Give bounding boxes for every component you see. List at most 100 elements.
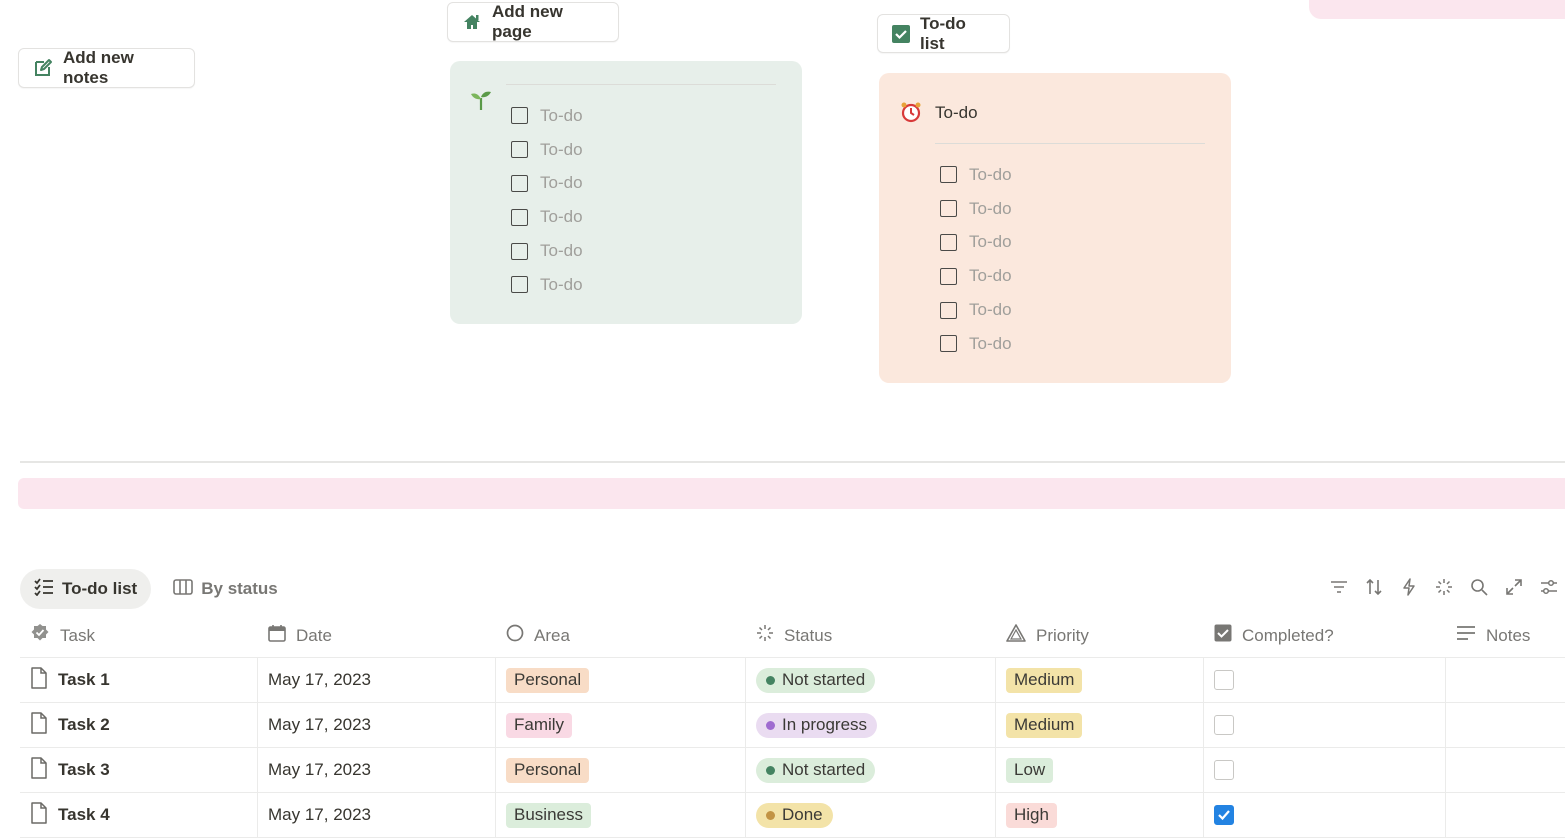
area-cell[interactable]: Family	[496, 703, 746, 747]
todo-item[interactable]: To-do	[940, 327, 1012, 361]
peach-card-divider	[935, 143, 1205, 144]
checked-box-icon	[892, 24, 910, 43]
completed-checkbox[interactable]	[1214, 670, 1234, 690]
sparkle-loading-icon[interactable]	[1434, 576, 1454, 598]
search-icon[interactable]	[1469, 576, 1489, 598]
settings-sliders-icon[interactable]	[1539, 576, 1559, 598]
task-name: Task 1	[58, 670, 110, 689]
todo-checkbox[interactable]	[940, 267, 957, 285]
area-tag: Business	[506, 802, 591, 828]
todo-checkbox[interactable]	[511, 141, 528, 159]
todo-checkbox[interactable]	[511, 242, 528, 260]
task-cell[interactable]: Task 3	[20, 748, 258, 792]
todo-checkbox[interactable]	[940, 200, 957, 218]
status-cell[interactable]: Not started	[746, 748, 996, 792]
filter-icon[interactable]	[1329, 576, 1349, 598]
verified-badge-icon	[30, 623, 50, 648]
todo-checkbox[interactable]	[940, 301, 957, 319]
notes-cell[interactable]	[1446, 658, 1565, 702]
tab-todo-list-label: To-do list	[62, 579, 138, 598]
area-cell[interactable]: Business	[496, 793, 746, 837]
status-spinner-icon	[756, 624, 774, 647]
todo-list-button[interactable]: To-do list	[877, 14, 1010, 53]
column-header-area[interactable]: Area	[496, 614, 746, 657]
column-header-notes[interactable]: Notes	[1446, 614, 1565, 657]
calendar-icon	[268, 624, 286, 647]
table-row[interactable]: Task 3 May 17, 2023 Personal Not started…	[20, 748, 1565, 793]
todo-item[interactable]: To-do	[511, 200, 583, 234]
task-name: Task 2	[58, 715, 110, 734]
area-cell[interactable]: Personal	[496, 748, 746, 792]
todo-checkbox[interactable]	[511, 208, 528, 226]
priority-cell[interactable]: Low	[996, 748, 1204, 792]
peach-todo-list: To-do To-do To-do To-do To-do To-do	[940, 158, 1012, 361]
todo-item[interactable]: To-do	[940, 259, 1012, 293]
task-name: Task 4	[58, 805, 110, 824]
page-document-icon	[30, 711, 48, 739]
table-row[interactable]: Task 2 May 17, 2023 Family In progress M…	[20, 703, 1565, 748]
status-badge: In progress	[756, 712, 878, 738]
status-cell[interactable]: Not started	[746, 658, 996, 702]
tab-todo-list[interactable]: To-do list	[20, 569, 152, 609]
todo-checkbox[interactable]	[511, 174, 528, 192]
notes-cell[interactable]	[1446, 748, 1565, 792]
expand-icon[interactable]	[1504, 576, 1524, 598]
status-cell[interactable]: Done	[746, 793, 996, 837]
tab-by-status[interactable]: By status	[169, 569, 282, 609]
table-row[interactable]: Task 1 May 17, 2023 Personal Not started…	[20, 658, 1565, 703]
todo-item[interactable]: To-do	[511, 133, 583, 167]
todo-checkbox[interactable]	[940, 166, 957, 184]
completed-checkbox[interactable]	[1214, 805, 1234, 825]
sort-icon[interactable]	[1364, 576, 1384, 598]
todo-item[interactable]: To-do	[940, 293, 1012, 327]
add-new-page-label: Add new page	[492, 2, 563, 41]
task-cell[interactable]: Task 1	[20, 658, 258, 702]
todo-item[interactable]: To-do	[511, 268, 583, 302]
todo-item[interactable]: To-do	[940, 158, 1012, 192]
todo-item[interactable]: To-do	[511, 234, 583, 268]
column-header-date[interactable]: Date	[258, 614, 496, 657]
notes-cell[interactable]	[1446, 793, 1565, 837]
todo-checkbox[interactable]	[940, 335, 957, 353]
area-tag: Personal	[506, 757, 590, 783]
completed-cell	[1204, 703, 1446, 747]
status-badge: Not started	[756, 667, 876, 693]
column-header-completed[interactable]: Completed?	[1204, 614, 1446, 657]
notes-cell[interactable]	[1446, 703, 1565, 747]
priority-tag: Medium	[1006, 712, 1083, 738]
priority-cell[interactable]: Medium	[996, 658, 1204, 702]
column-header-priority[interactable]: Priority	[996, 614, 1204, 657]
column-header-status[interactable]: Status	[746, 614, 996, 657]
todo-item[interactable]: To-do	[940, 192, 1012, 226]
task-cell[interactable]: Task 4	[20, 793, 258, 837]
priority-cell[interactable]: Medium	[996, 703, 1204, 747]
todo-checkbox[interactable]	[511, 107, 528, 125]
todo-checkbox[interactable]	[940, 233, 957, 251]
table-header: Task Date Area Status Priority Completed…	[20, 614, 1565, 658]
area-cell[interactable]: Personal	[496, 658, 746, 702]
status-cell[interactable]: In progress	[746, 703, 996, 747]
table-row[interactable]: Task 4 May 17, 2023 Business Done High	[20, 793, 1565, 838]
completed-cell	[1204, 748, 1446, 792]
date-cell[interactable]: May 17, 2023	[258, 748, 496, 792]
todo-checkbox[interactable]	[511, 276, 528, 294]
column-header-task[interactable]: Task	[20, 614, 258, 657]
date-cell[interactable]: May 17, 2023	[258, 793, 496, 837]
priority-tag: Medium	[1006, 667, 1083, 693]
task-cell[interactable]: Task 2	[20, 703, 258, 747]
todo-item[interactable]: To-do	[511, 99, 583, 133]
automation-lightning-icon[interactable]	[1399, 576, 1419, 598]
completed-checkbox[interactable]	[1214, 760, 1234, 780]
todo-item[interactable]: To-do	[511, 167, 583, 201]
page-document-icon	[30, 756, 48, 784]
page-document-icon	[30, 801, 48, 829]
date-cell[interactable]: May 17, 2023	[258, 703, 496, 747]
checkbox-icon	[1214, 624, 1232, 647]
add-new-page-button[interactable]: Add new page	[447, 2, 619, 42]
add-new-notes-button[interactable]: Add new notes	[18, 48, 195, 88]
green-card-divider	[506, 84, 776, 85]
priority-cell[interactable]: High	[996, 793, 1204, 837]
date-cell[interactable]: May 17, 2023	[258, 658, 496, 702]
completed-checkbox[interactable]	[1214, 715, 1234, 735]
todo-item[interactable]: To-do	[940, 226, 1012, 260]
